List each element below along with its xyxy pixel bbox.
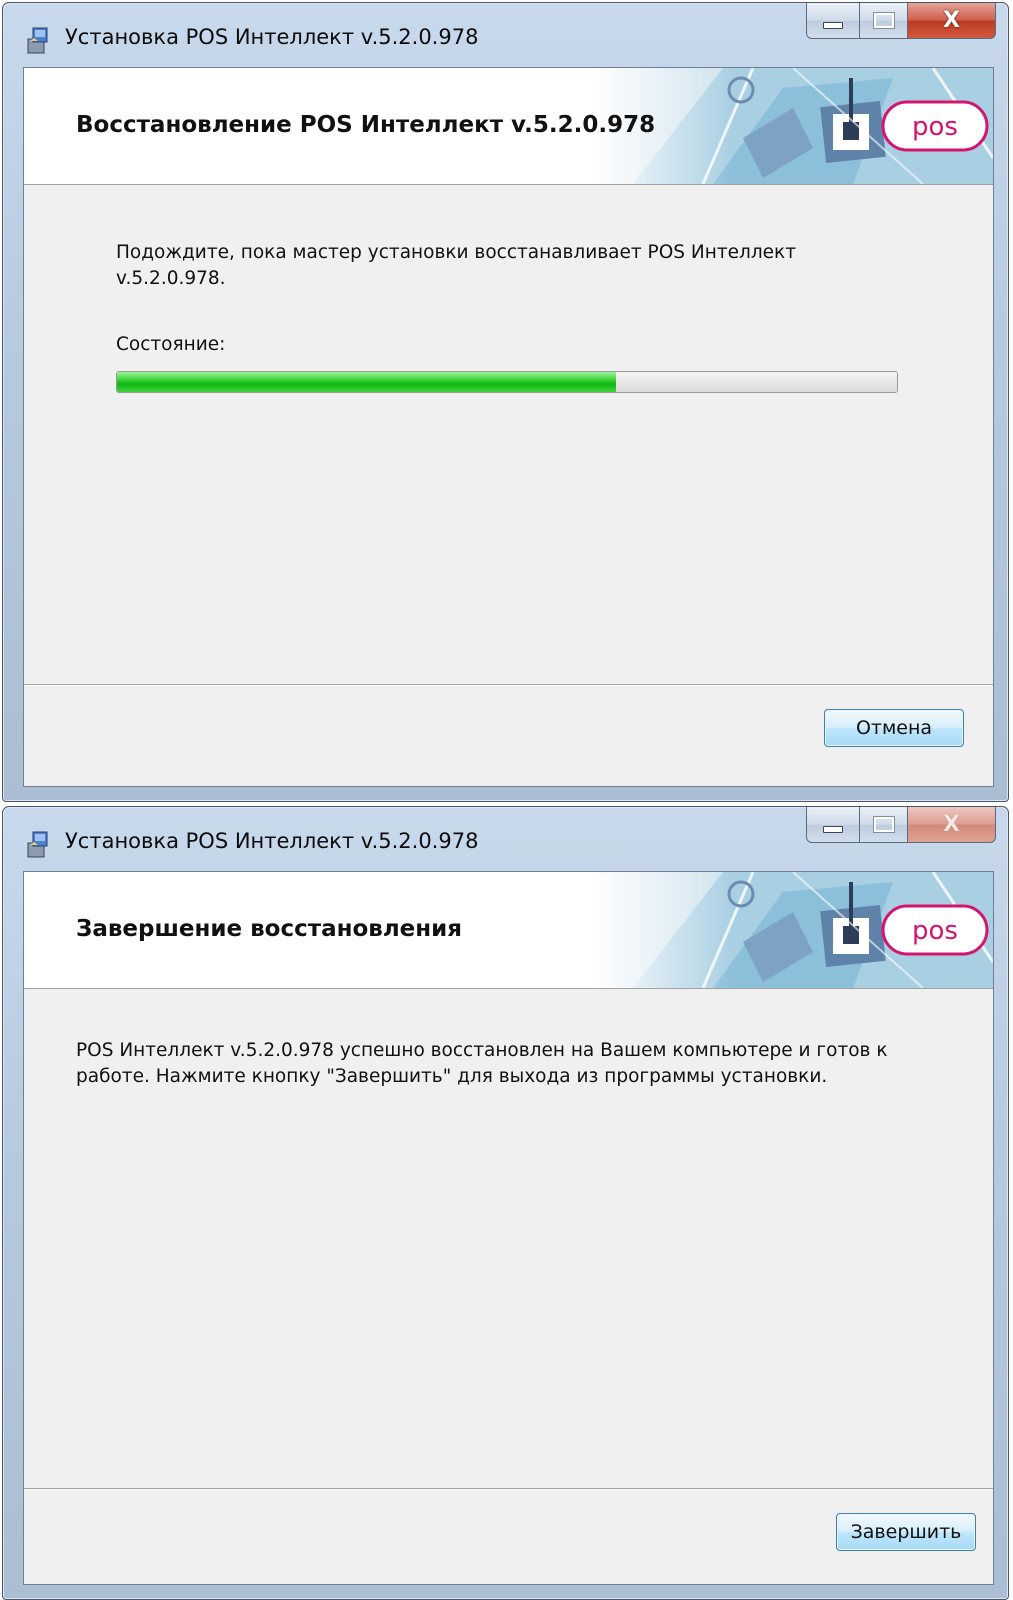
installer-app-icon [27,27,48,54]
progress-bar-fill [117,372,617,392]
dialog-client-area: pos Завершение восстановления POS Интелл… [23,871,994,1585]
finish-button[interactable]: Завершить [836,1513,976,1551]
restore-complete-window: Установка POS Интеллект v.5.2.0.978 X po… [2,806,1009,1600]
pos-logo-text: pos [912,916,958,946]
maximize-button[interactable] [860,807,908,843]
wait-message-line-1: Подождите, пока мастер установки восстан… [116,242,796,263]
minimize-icon [823,22,843,29]
maximize-icon [872,12,895,29]
restore-progress-window: Установка POS Интеллект v.5.2.0.978 X po… [2,2,1009,802]
cancel-button[interactable]: Отмена [824,709,964,747]
banner-artwork: pos [593,872,993,988]
page-heading: Восстановление POS Интеллект v.5.2.0.978 [76,112,656,138]
footer-separator [24,684,993,686]
close-icon: X [943,7,960,33]
completion-message: POS Интеллект v.5.2.0.978 успешно восста… [76,1038,888,1090]
pos-logo: pos [881,100,989,152]
header-banner: pos Восстановление POS Интеллект v.5.2.0… [24,68,993,185]
title-bar[interactable]: Установка POS Интеллект v.5.2.0.978 X [3,3,1008,67]
maximize-icon [872,816,895,833]
completion-message-line-1: POS Интеллект v.5.2.0.978 успешно восста… [76,1040,888,1061]
footer-separator [24,1488,993,1490]
completion-message-line-2: работе. Нажмите кнопку "Завершить" для в… [76,1066,828,1087]
title-bar[interactable]: Установка POS Интеллект v.5.2.0.978 X [3,807,1008,871]
close-button[interactable]: X [908,3,996,39]
maximize-button[interactable] [860,3,908,39]
window-title: Установка POS Интеллект v.5.2.0.978 [65,829,479,853]
dialog-client-area: pos Восстановление POS Интеллект v.5.2.0… [23,67,994,787]
minimize-button[interactable] [806,807,860,843]
window-controls: X [806,807,996,843]
window-controls: X [806,3,996,39]
window-title: Установка POS Интеллект v.5.2.0.978 [65,25,479,49]
progress-bar [116,371,898,393]
minimize-button[interactable] [806,3,860,39]
status-label: Состояние: [116,334,226,355]
wait-message: Подождите, пока мастер установки восстан… [116,240,796,292]
minimize-icon [823,826,843,833]
wait-message-line-2: v.5.2.0.978. [116,268,226,289]
pos-logo: pos [881,904,989,956]
close-button[interactable]: X [908,807,996,843]
close-icon: X [943,811,960,837]
pos-logo-text: pos [912,112,958,142]
page-heading: Завершение восстановления [76,916,463,942]
installer-app-icon [27,831,48,858]
header-banner: pos Завершение восстановления [24,872,993,989]
